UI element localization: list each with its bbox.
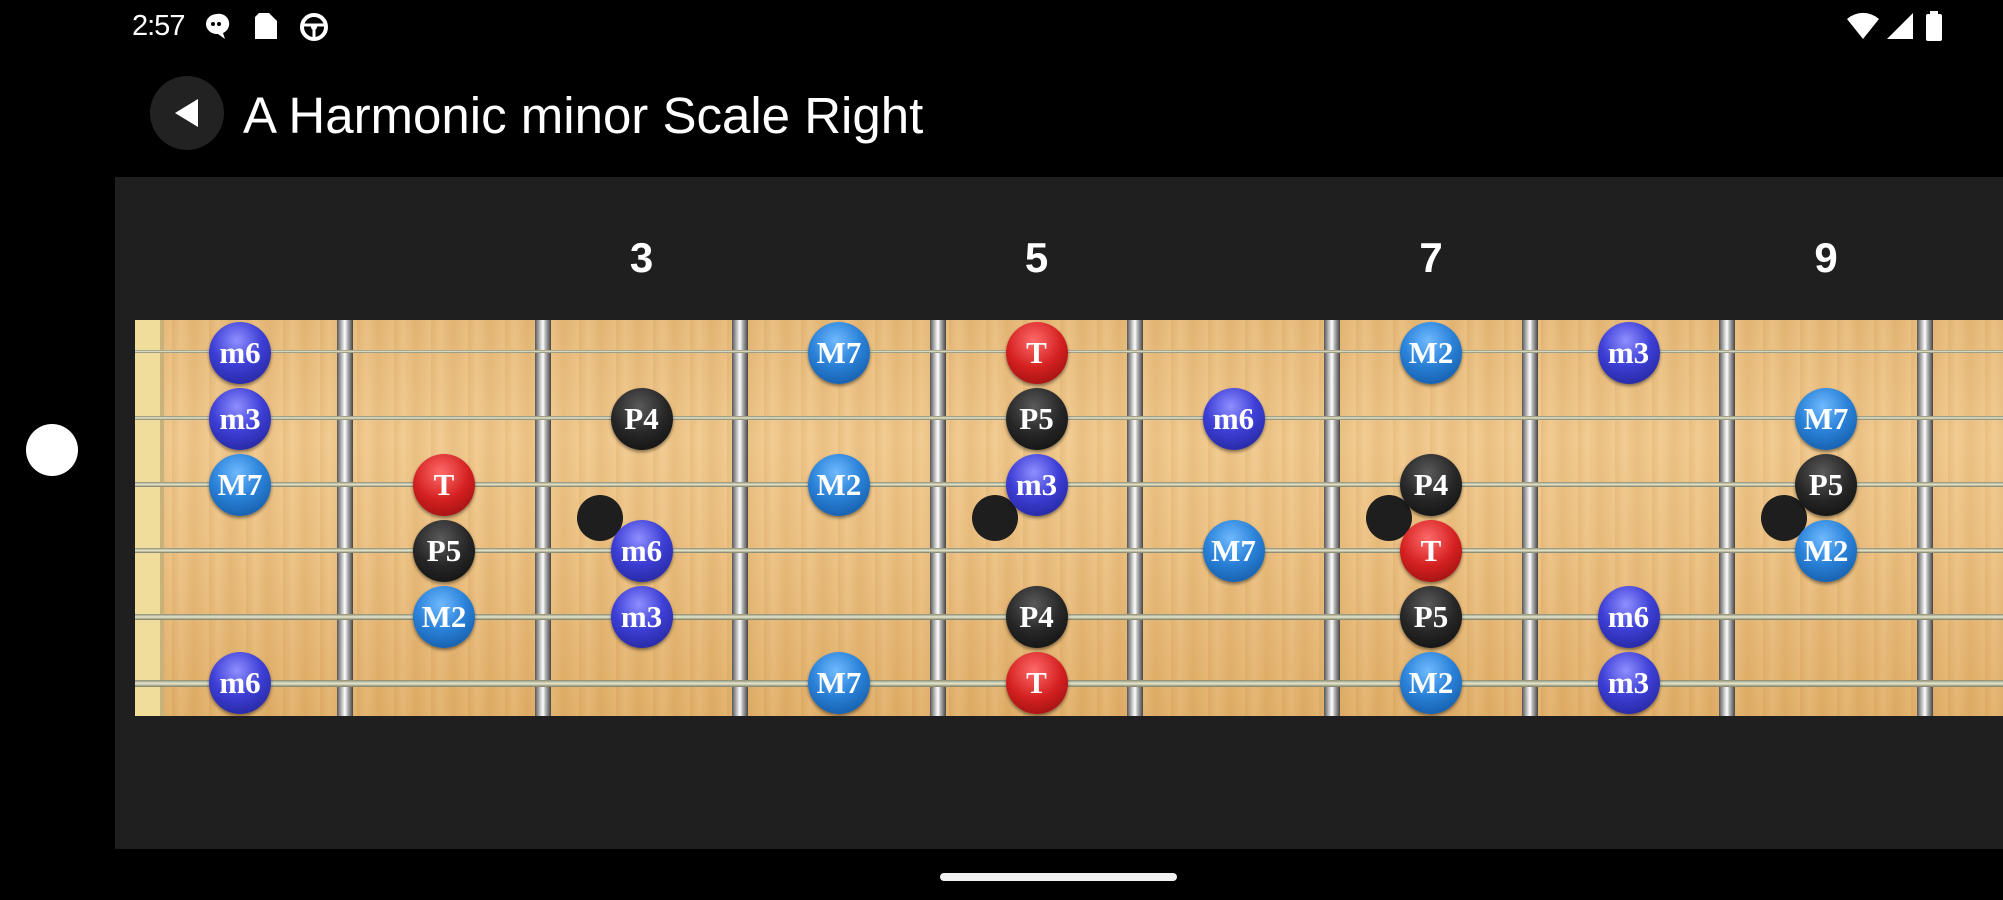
scale-note-marker[interactable]: m3 [209,388,271,450]
fret-wire [535,320,551,716]
camera-cutout-dot [26,424,78,476]
scale-note-marker[interactable]: m6 [1597,586,1660,648]
guitar-string [135,350,2003,353]
back-arrow-icon [175,99,198,127]
scale-note-marker[interactable]: M7 [209,454,271,516]
scale-note-marker[interactable]: m6 [1202,388,1265,450]
fret-number-label: 5 [1024,234,1049,281]
app-bar: A Harmonic minor Scale Right [115,53,2003,177]
page-title: A Harmonic minor Scale Right [243,87,924,144]
scale-note-marker[interactable]: P5 [1795,454,1857,516]
cell-signal-icon [1887,11,1915,46]
scale-note-marker[interactable]: m6 [209,322,271,384]
scale-note-marker[interactable]: M7 [1202,520,1265,582]
scale-note-marker[interactable]: m3 [1597,322,1660,384]
steering-wheel-icon [298,11,330,48]
scale-note-marker[interactable]: T [1005,322,1068,384]
scale-note-marker[interactable]: M2 [1795,520,1857,582]
home-gesture-handle[interactable] [940,873,1177,881]
fret-number-label: 7 [1419,234,1443,281]
fretboard-area: 3 5 7 9 m6 M7 T M2 m3 m3 P4 P5 m6 M7 M7 T M2 m3 P4 P5 P5 m6 M… [115,177,2003,849]
scale-note-marker[interactable]: P4 [1400,454,1462,516]
fret-wire [1324,320,1340,716]
scale-note-marker[interactable]: P5 [1400,586,1462,648]
scale-note-marker[interactable]: M7 [808,652,870,714]
scale-note-marker[interactable]: m3 [1005,454,1068,516]
wifi-icon [1846,11,1880,46]
back-button[interactable] [150,76,224,150]
scale-note-marker[interactable]: m6 [610,520,673,582]
fret-wire [1917,320,1933,716]
scale-note-marker[interactable]: M7 [808,322,870,384]
scale-note-marker[interactable]: T [1400,520,1462,582]
scale-note-marker[interactable]: T [413,454,475,516]
fret-wire [337,320,353,716]
nut [135,320,164,716]
scale-note-marker[interactable]: M7 [1795,388,1857,450]
scale-note-marker[interactable]: m3 [1597,652,1660,714]
fret-wire [1127,320,1143,716]
scale-note-marker[interactable]: M2 [413,586,475,648]
scale-note-marker[interactable]: M2 [1400,652,1462,714]
status-time: 2:57 [132,10,185,42]
battery-icon [1925,11,1943,46]
sim-card-icon [253,11,279,46]
scale-note-marker[interactable]: M2 [808,454,870,516]
guitar-string [135,416,2003,420]
scale-note-marker[interactable]: m6 [209,652,271,714]
fret-number-label: 9 [1814,234,1838,281]
scale-note-marker[interactable]: T [1005,652,1068,714]
guitar-string [135,680,2003,687]
chat-icon [202,11,232,46]
scale-note-marker[interactable]: P5 [1005,388,1068,450]
scale-note-marker[interactable]: M2 [1400,322,1462,384]
scale-note-marker[interactable]: m3 [610,586,673,648]
scale-note-marker[interactable]: P5 [413,520,475,582]
scale-note-marker[interactable]: P4 [610,388,673,450]
fret-wire [1522,320,1538,716]
fret-wire [930,320,946,716]
fretboard[interactable]: m6 M7 T M2 m3 m3 P4 P5 m6 M7 M7 T M2 m3 P4 P5 P5 m6 M7 T M2 M… [135,320,2003,716]
navigation-bar [115,849,2003,900]
fret-number-label: 3 [629,234,654,281]
fret-wire [732,320,748,716]
fret-wire [1719,320,1735,716]
status-bar: 2:57 [115,0,2003,53]
left-rail [0,0,115,900]
scale-note-marker[interactable]: P4 [1005,586,1068,648]
